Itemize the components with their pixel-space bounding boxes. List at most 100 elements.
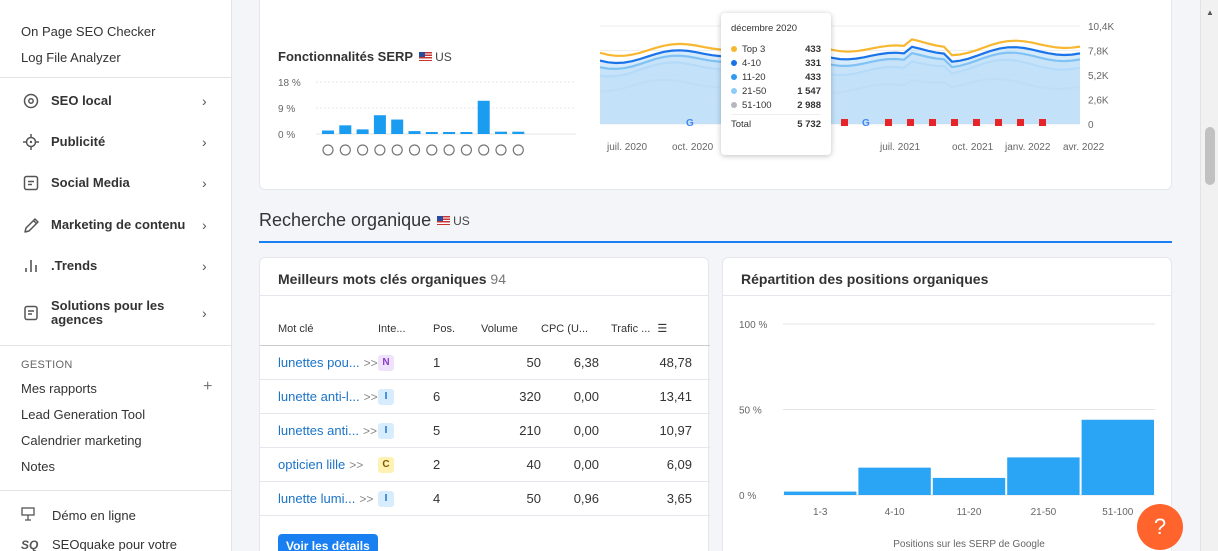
column-header[interactable]: Inte...: [378, 313, 433, 346]
serp-feature-icon[interactable]: [408, 144, 421, 156]
flag-marker-icon[interactable]: [885, 119, 892, 126]
intent-cell: I: [378, 413, 433, 448]
column-header[interactable]: CPC (U...: [541, 313, 599, 346]
flag-marker-icon[interactable]: [1017, 119, 1024, 126]
google-update-marker-icon[interactable]: G: [862, 118, 870, 129]
chevron-right-icon: ›: [202, 93, 207, 109]
position-bar[interactable]: [1007, 457, 1080, 495]
legend-dot: [731, 46, 737, 52]
sidebar-item-publicite[interactable]: Publicité ›: [0, 127, 231, 157]
serp-feature-bar[interactable]: [408, 131, 421, 134]
flag-marker-icon[interactable]: [929, 119, 936, 126]
view-details-button[interactable]: Voir les détails: [278, 534, 378, 551]
sidebar-item-solutions-agences[interactable]: Solutions pour les agences ›: [0, 296, 231, 330]
sidebar-link-calendrier-marketing[interactable]: Calendrier marketing: [21, 433, 142, 448]
intent-cell: I: [378, 379, 433, 414]
keyword-cell[interactable]: opticien lille >>: [260, 447, 378, 482]
keywords-count: 94: [490, 271, 506, 287]
serp-feature-icon[interactable]: [339, 144, 351, 156]
serp-feature-icon[interactable]: [426, 144, 438, 156]
serp-feature-icon[interactable]: [512, 144, 524, 156]
chevron-right-icon: ›: [202, 258, 207, 274]
tooltip-row: 21-50 1 547: [731, 84, 821, 98]
google-update-marker-icon[interactable]: G: [686, 118, 694, 129]
serp-feature-bar[interactable]: [425, 132, 438, 134]
open-keyword-icon[interactable]: >>: [359, 492, 373, 506]
keyword-link[interactable]: opticien lille: [278, 457, 345, 472]
sort-icon[interactable]: ☰: [657, 323, 667, 335]
sidebar-item-seo-local[interactable]: SEO local ›: [0, 86, 231, 116]
serp-feature-icon[interactable]: [460, 144, 472, 156]
sidebar-link-on-page-seo-checker[interactable]: On Page SEO Checker: [21, 24, 155, 39]
x-tick-label: oct. 2020: [672, 142, 714, 153]
tooltip-row: 11-20 433: [731, 70, 821, 84]
sidebar-link-notes[interactable]: Notes: [21, 459, 55, 474]
scrollbar-thumb[interactable]: [1205, 127, 1215, 185]
sidebar-link-log-file-analyzer[interactable]: Log File Analyzer: [21, 50, 121, 65]
keyword-link[interactable]: lunettes pou...: [278, 355, 360, 370]
serp-feature-icon[interactable]: [322, 144, 334, 156]
serp-feature-bar[interactable]: [443, 132, 456, 134]
flag-marker-icon[interactable]: [951, 119, 958, 126]
serp-feature-icon[interactable]: [374, 144, 386, 156]
serp-feature-icon[interactable]: [443, 144, 455, 156]
serp-feature-bar[interactable]: [322, 130, 334, 134]
sidebar-item-seoquake[interactable]: SQ SEOquake pour votre: [21, 537, 177, 551]
legend-dot: [731, 60, 737, 66]
sidebar-link-lead-generation[interactable]: Lead Generation Tool: [21, 407, 145, 422]
tooltip-total-label: Total: [731, 118, 752, 130]
column-header-traffic[interactable]: Trafic ... ☰: [599, 313, 710, 346]
serp-feature-bar[interactable]: [356, 129, 369, 134]
scroll-up-arrow-icon[interactable]: ▲: [1206, 8, 1214, 17]
flag-marker-icon[interactable]: [907, 119, 914, 126]
column-header[interactable]: Volume: [481, 313, 541, 346]
serp-feature-bar[interactable]: [391, 119, 404, 134]
keyword-cell[interactable]: lunettes pou... >>: [260, 345, 378, 380]
flag-marker-icon[interactable]: [841, 119, 848, 126]
sidebar-item-social-media[interactable]: Social Media ›: [0, 168, 231, 198]
country-code: US: [453, 213, 470, 228]
keyword-cell[interactable]: lunettes anti... >>: [260, 413, 378, 448]
position-cell: 6: [433, 379, 481, 414]
intent-badge: C: [378, 457, 394, 473]
flag-marker-icon[interactable]: [973, 119, 980, 126]
sidebar-item-demo[interactable]: Démo en ligne: [21, 507, 136, 524]
sidebar-link-mes-rapports[interactable]: Mes rapports: [21, 381, 97, 396]
sidebar-item-trends[interactable]: .Trends ›: [0, 251, 231, 281]
serp-feature-bar[interactable]: [512, 131, 525, 134]
flag-marker-icon[interactable]: [995, 119, 1002, 126]
open-keyword-icon[interactable]: >>: [364, 356, 378, 370]
open-keyword-icon[interactable]: >>: [363, 424, 377, 438]
card-divider: [723, 295, 1171, 296]
chevron-right-icon: ›: [202, 175, 207, 191]
keyword-link[interactable]: lunette anti-l...: [278, 389, 360, 404]
position-bar[interactable]: [932, 477, 1006, 495]
keyword-link[interactable]: lunette lumi...: [278, 491, 355, 506]
serp-feature-bar[interactable]: [373, 115, 386, 134]
position-bar[interactable]: [784, 491, 857, 495]
serp-feature-icon[interactable]: [478, 144, 490, 156]
position-bar[interactable]: [1081, 419, 1154, 495]
keyword-link[interactable]: lunettes anti...: [278, 423, 359, 438]
serp-feature-icon[interactable]: [356, 144, 369, 156]
sidebar-item-label: SEO local: [51, 93, 112, 108]
column-header[interactable]: Pos.: [433, 313, 481, 346]
serp-feature-icon[interactable]: [495, 144, 507, 156]
position-bar[interactable]: [858, 467, 931, 495]
serp-feature-bar[interactable]: [339, 125, 352, 134]
open-keyword-icon[interactable]: >>: [364, 390, 378, 404]
sidebar-item-marketing-de-contenu[interactable]: Marketing de contenu ›: [0, 210, 231, 240]
plus-icon[interactable]: +: [203, 378, 212, 396]
keyword-cell[interactable]: lunette anti-l... >>: [260, 379, 378, 414]
column-header[interactable]: Mot clé: [260, 313, 378, 346]
tooltip-row-label: 4-10: [742, 57, 762, 69]
flag-marker-icon[interactable]: [1039, 119, 1046, 126]
help-button[interactable]: ?: [1137, 504, 1183, 550]
serp-feature-icon[interactable]: [391, 144, 403, 156]
open-keyword-icon[interactable]: >>: [349, 458, 363, 472]
keyword-cell[interactable]: lunette lumi... >>: [260, 481, 378, 516]
serp-feature-bar[interactable]: [477, 100, 490, 134]
serp-feature-bar[interactable]: [495, 131, 507, 134]
serp-feature-bar[interactable]: [460, 132, 473, 134]
page-scrollbar[interactable]: ▲: [1200, 0, 1218, 551]
